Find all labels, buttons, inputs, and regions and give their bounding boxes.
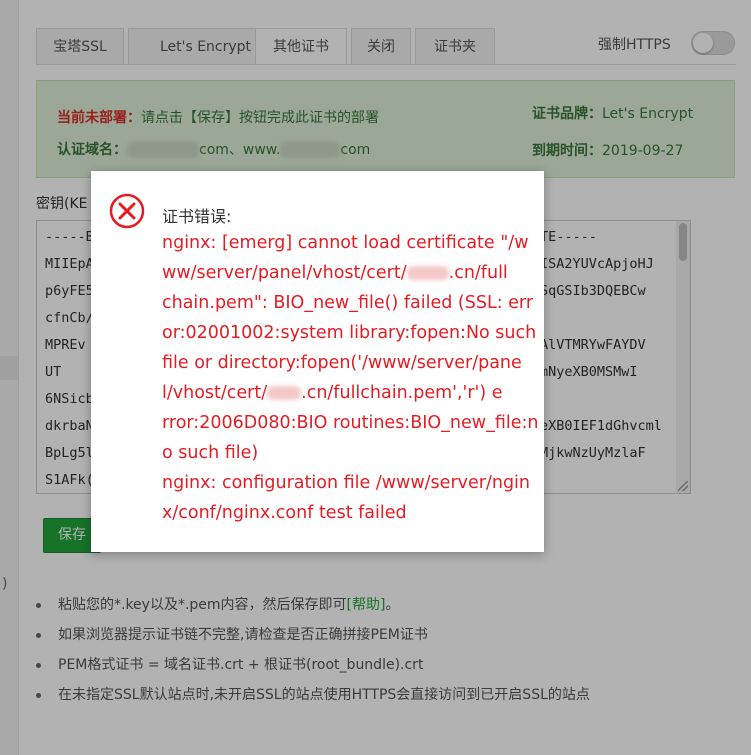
redacted-domain [406,266,449,280]
dialog-message: nginx: [emerg] cannot load certificate "… [162,228,539,528]
message-line: x/conf/nginx.conf test failed [162,503,407,523]
message-line: o such file) [162,443,259,463]
message-text: l/vhost/cert/ [162,383,268,403]
message-text: ww/server/panel/vhost/cert/ [162,263,407,283]
message-line: nginx: [emerg] cannot load certificate "… [162,233,529,253]
message-line: ww/server/panel/vhost/cert/ .cn/full [162,258,524,288]
message-line: file or directory:fopen('/www/server/pan… [162,353,522,373]
error-x-icon [109,193,145,229]
redacted-domain [267,386,302,400]
dialog-title: 证书错误: [162,207,232,226]
message-line: l/vhost/cert/ .cn/fullchain.pem','r') e [162,378,524,408]
message-line: nginx: configuration file /www/server/ng… [162,473,531,493]
message-text: .cn/fullchain.pem','r') e [301,383,503,403]
error-dialog: 证书错误: nginx: [emerg] cannot load certifi… [91,171,544,552]
message-line: chain.pem": BIO_new_file() failed (SSL: … [162,293,534,313]
message-text: .cn/full [448,263,508,283]
message-line: or:02001002:system library:fopen:No such [162,323,537,343]
message-line: rror:2006D080:BIO routines:BIO_new_file:… [162,413,539,433]
